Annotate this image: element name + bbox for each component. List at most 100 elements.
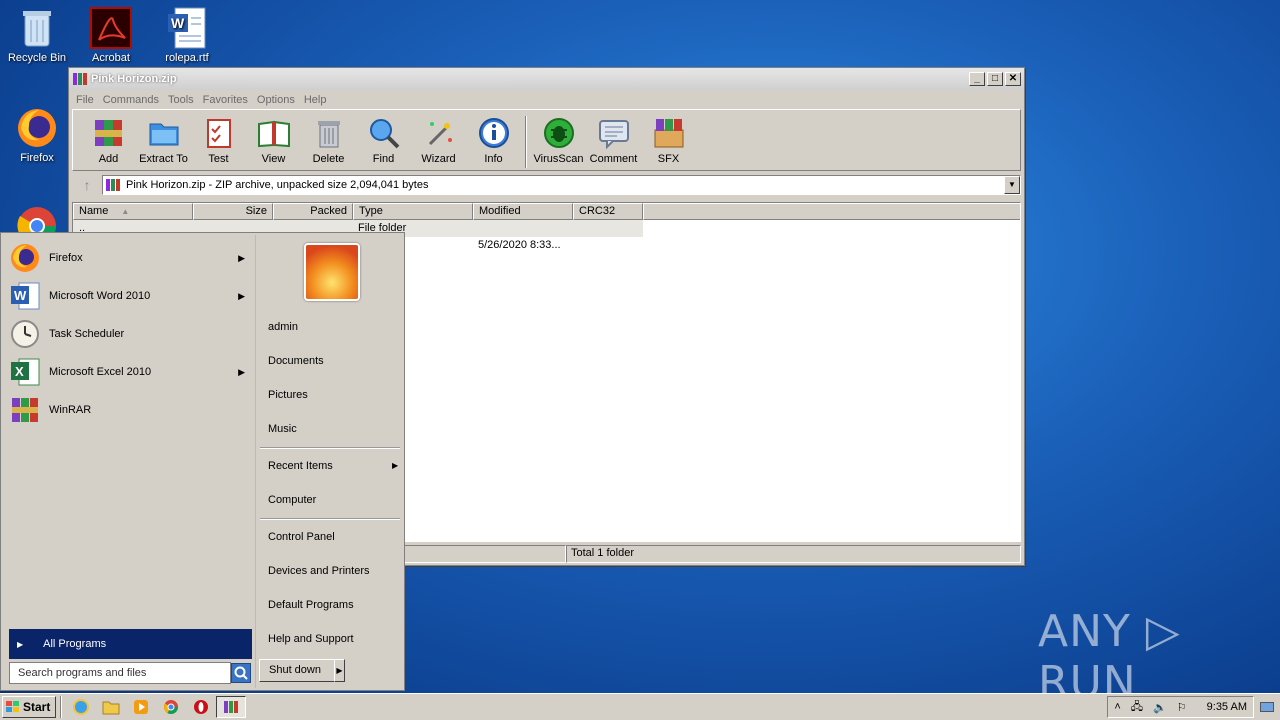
maximize-button[interactable]: □ (987, 72, 1003, 86)
action-center-flag-icon[interactable]: ⚐ (1177, 701, 1187, 714)
wizard-button[interactable]: Wizard (411, 116, 466, 165)
magic-wand-icon (422, 116, 456, 150)
info-button[interactable]: Info (466, 116, 521, 165)
sort-ascending-icon: ▲ (121, 207, 130, 216)
all-programs-button[interactable]: ▶ All Programs (9, 629, 252, 659)
wizard-label: Wizard (421, 153, 456, 165)
minimize-button[interactable]: _ (969, 72, 985, 86)
comment-button[interactable]: Comment (586, 116, 641, 165)
menu-file[interactable]: File (73, 94, 100, 106)
up-arrow-icon[interactable]: ↑ (72, 177, 102, 193)
comment-label: Comment (589, 153, 638, 165)
place-admin[interactable]: admin (268, 321, 298, 333)
search-input[interactable]: Search programs and files (9, 662, 231, 684)
clock-icon (9, 318, 43, 350)
desktop-icon-label: Recycle Bin (7, 52, 67, 64)
program-firefox[interactable]: Firefox ▶ (9, 240, 249, 276)
menu-favorites[interactable]: Favorites (200, 94, 254, 106)
column-modified[interactable]: Modified (473, 203, 573, 220)
chevron-up-icon[interactable]: ˄ (1114, 701, 1120, 713)
chevron-right-icon: ▶ (238, 252, 245, 263)
desktop-icon-acrobat[interactable]: Acrobat (74, 6, 148, 64)
sfx-box-icon (652, 116, 686, 150)
clock[interactable]: 9:35 AM (1207, 701, 1247, 713)
menu-bar: File Commands Tools Favorites Options He… (69, 90, 1024, 109)
network-icon[interactable]: 🖧 (1131, 698, 1143, 717)
close-button[interactable]: ✕ (1005, 72, 1021, 86)
title-bar[interactable]: Pink Horizon.zip _ □ ✕ (69, 68, 1024, 90)
taskbar: Start ˄ 🖧 🔈 ⚐ 9:35 AM (0, 693, 1280, 720)
menu-commands[interactable]: Commands (100, 94, 165, 106)
program-winrar[interactable]: WinRAR (9, 392, 249, 428)
extract-to-button[interactable]: Extract To (136, 116, 191, 165)
place-control-panel[interactable]: Control Panel (268, 531, 335, 543)
column-name[interactable]: Name ▲ (73, 203, 193, 220)
chevron-right-icon: ▶ (238, 366, 245, 377)
media-player-icon[interactable] (126, 696, 156, 718)
desktop-icon-rolepa[interactable]: W rolepa.rtf (150, 6, 224, 64)
svg-text:W: W (171, 15, 185, 31)
bug-scan-icon (542, 116, 576, 150)
volume-icon[interactable]: 🔈 (1153, 701, 1167, 714)
program-task-scheduler[interactable]: Task Scheduler (9, 316, 249, 352)
find-button[interactable]: Find (356, 116, 411, 165)
recycle-bin-icon (15, 6, 59, 50)
place-music[interactable]: Music (268, 423, 297, 435)
place-help-support[interactable]: Help and Support (268, 633, 354, 645)
column-crc32[interactable]: CRC32 (573, 203, 643, 220)
toolbar: Add Extract To Test View Delete Find Wiz… (72, 109, 1021, 171)
shutdown-options-button[interactable]: ▶ (334, 659, 345, 682)
path-combobox[interactable]: Pink Horizon.zip - ZIP archive, unpacked… (102, 175, 1021, 195)
internet-explorer-icon[interactable] (66, 696, 96, 718)
acrobat-icon (89, 6, 133, 50)
menu-options[interactable]: Options (254, 94, 301, 106)
desktop-icon-label: rolepa.rtf (165, 52, 209, 64)
shutdown-button[interactable]: Shut down (259, 659, 335, 682)
program-label: Firefox (49, 252, 83, 264)
program-label: Task Scheduler (49, 328, 125, 340)
windows-flag-icon (6, 701, 20, 713)
program-label: Microsoft Word 2010 (49, 290, 151, 302)
word-document-icon: W (165, 6, 209, 50)
view-button[interactable]: View (246, 116, 301, 165)
sfx-label: SFX (657, 153, 680, 165)
status-text: Total 1 folder (566, 545, 1021, 563)
column-size[interactable]: Size (193, 203, 273, 220)
start-button[interactable]: Start (2, 696, 56, 718)
clipboard-check-icon (202, 116, 236, 150)
info-label: Info (484, 153, 503, 165)
place-devices-printers[interactable]: Devices and Printers (268, 565, 370, 577)
place-documents[interactable]: Documents (268, 355, 324, 367)
delete-label: Delete (312, 153, 345, 165)
program-excel[interactable]: X Microsoft Excel 2010 ▶ (9, 354, 249, 390)
place-recent-items[interactable]: Recent Items (268, 460, 333, 472)
place-computer[interactable]: Computer (268, 494, 316, 506)
menu-tools[interactable]: Tools (165, 94, 200, 106)
add-label: Add (98, 153, 119, 165)
taskbar-winrar[interactable] (216, 696, 246, 718)
sfx-button[interactable]: SFX (641, 116, 696, 165)
chevron-down-icon[interactable]: ▼ (1004, 176, 1020, 194)
search-icon[interactable] (231, 663, 251, 683)
user-avatar[interactable] (304, 243, 360, 301)
desktop-icon-recycle-bin[interactable]: Recycle Bin (0, 6, 74, 64)
delete-button[interactable]: Delete (301, 116, 356, 165)
explorer-folder-icon[interactable] (96, 696, 126, 718)
add-button[interactable]: Add (81, 116, 136, 165)
trash-icon (312, 116, 346, 150)
firefox-icon (15, 106, 59, 150)
column-type[interactable]: Type (353, 203, 473, 220)
virusscan-button[interactable]: VirusScan (531, 116, 586, 165)
place-pictures[interactable]: Pictures (268, 389, 308, 401)
winrar-icon (9, 394, 43, 426)
chrome-icon[interactable] (156, 696, 186, 718)
path-text: Pink Horizon.zip - ZIP archive, unpacked… (126, 179, 429, 191)
program-word[interactable]: W Microsoft Word 2010 ▶ (9, 278, 249, 314)
opera-icon[interactable] (186, 696, 216, 718)
show-desktop-button[interactable] (1260, 702, 1274, 712)
column-packed[interactable]: Packed (273, 203, 353, 220)
place-default-programs[interactable]: Default Programs (268, 599, 354, 611)
desktop-icon-firefox[interactable]: Firefox (0, 106, 74, 164)
menu-help[interactable]: Help (301, 94, 333, 106)
test-button[interactable]: Test (191, 116, 246, 165)
